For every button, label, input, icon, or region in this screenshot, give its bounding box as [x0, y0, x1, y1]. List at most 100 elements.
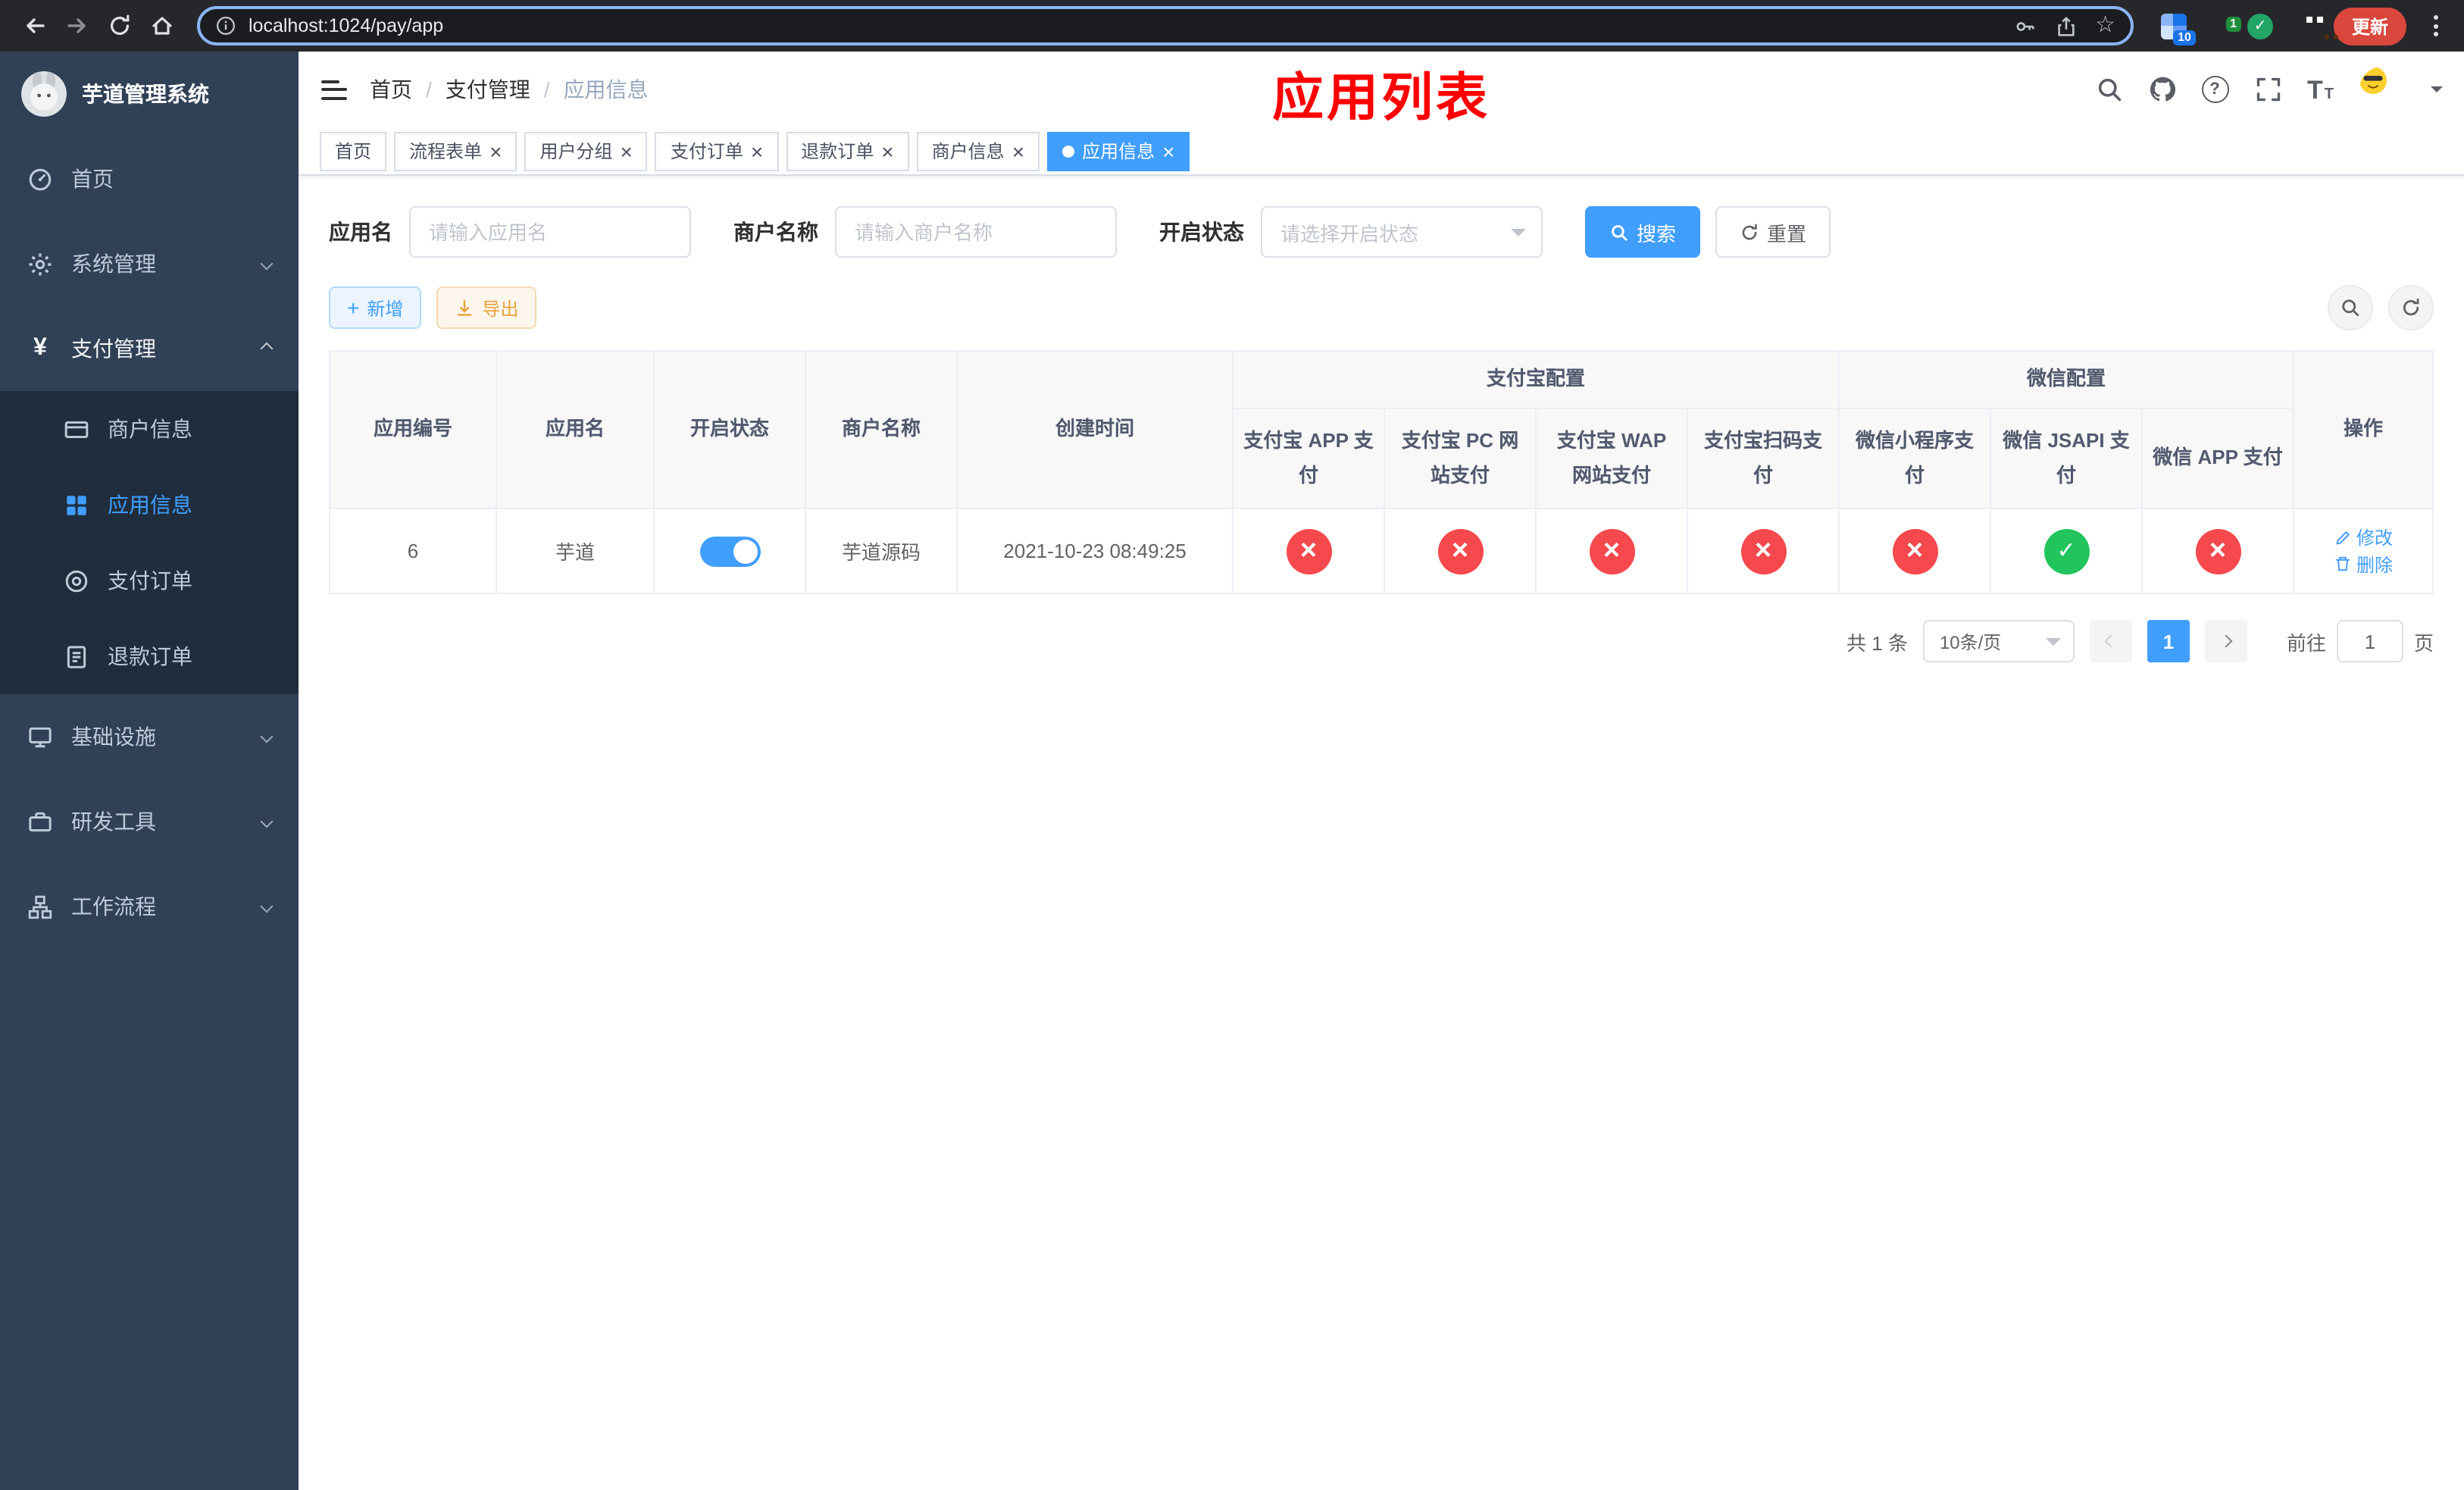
- sidebar-item-refund-order[interactable]: 退款订单: [0, 618, 299, 694]
- extension-check-icon[interactable]: [2247, 13, 2273, 39]
- browser-back-button[interactable]: [15, 6, 55, 45]
- extension-badge: 1: [2225, 17, 2241, 32]
- config-status-icon: [1589, 528, 1634, 574]
- close-icon[interactable]: [620, 140, 632, 161]
- sidebar-item-infrastructure[interactable]: 基础设施: [0, 694, 299, 779]
- browser-menu-icon[interactable]: [2422, 15, 2449, 36]
- close-icon[interactable]: [1162, 140, 1174, 161]
- target-icon: [65, 569, 88, 592]
- browser-address-bar[interactable]: localhost:1024/pay/app: [197, 6, 2134, 45]
- reset-button[interactable]: 重置: [1715, 206, 1831, 258]
- status-select[interactable]: 请选择开启状态: [1261, 206, 1543, 258]
- tab-refund-order[interactable]: 退款订单: [786, 131, 909, 171]
- tab-home[interactable]: 首页: [320, 131, 387, 171]
- prev-page-button[interactable]: [2089, 620, 2132, 662]
- tab-process-form[interactable]: 流程表单: [394, 131, 518, 171]
- cell-status: [653, 508, 806, 594]
- refresh-table-button[interactable]: [2388, 285, 2434, 330]
- sidebar-item-system[interactable]: 系统管理: [0, 221, 299, 306]
- col-wechat-mini: 微信小程序支付: [1838, 408, 1992, 509]
- fullscreen-icon[interactable]: [2254, 76, 2281, 103]
- toggle-search-button[interactable]: [2328, 285, 2373, 330]
- chevron-down-icon: [260, 730, 274, 743]
- pagination: 共 1 条 10条/页 1 前往 页: [329, 620, 2434, 662]
- tab-user-group[interactable]: 用户分组: [524, 131, 648, 171]
- cell-app-name: 芋道: [496, 508, 655, 594]
- browser-forward-button[interactable]: [58, 6, 97, 45]
- delete-link[interactable]: 删除: [2334, 551, 2393, 577]
- goto-label: 前往: [2286, 631, 2326, 654]
- browser-reload-button[interactable]: [100, 6, 139, 45]
- breadcrumb-app-info: 应用信息: [530, 74, 649, 105]
- sidebar-logo[interactable]: 芋道管理系统: [0, 52, 299, 136]
- sidebar-item-workflow[interactable]: 工作流程: [0, 864, 299, 949]
- sidebar-item-home[interactable]: 首页: [0, 136, 299, 221]
- config-status-icon: [1437, 528, 1483, 574]
- extension-badge: 10: [2173, 30, 2196, 45]
- extension-grid-icon[interactable]: 10: [2160, 13, 2196, 45]
- sidebar-item-payment[interactable]: ¥ 支付管理: [0, 306, 299, 391]
- chevron-right-icon: [2219, 634, 2233, 648]
- table-row: 6 芋道 芋道源码 2021-10-23 08:49:25 × × × × × …: [329, 508, 2434, 594]
- tab-app-info[interactable]: 应用信息: [1047, 131, 1190, 171]
- github-icon[interactable]: [2148, 76, 2175, 103]
- search-button[interactable]: 搜索: [1585, 206, 1701, 258]
- config-status-icon: [1892, 528, 1938, 574]
- page-number-button[interactable]: 1: [2147, 620, 2190, 662]
- status-toggle[interactable]: [699, 536, 760, 566]
- sidebar-toggle-button[interactable]: [299, 52, 370, 127]
- help-icon[interactable]: [2201, 76, 2228, 103]
- sidebar-item-merchant-info[interactable]: 商户信息: [0, 391, 299, 467]
- breadcrumb: 首页 支付管理 应用信息: [370, 74, 649, 105]
- breadcrumb-payment[interactable]: 支付管理: [412, 74, 530, 105]
- site-info-icon[interactable]: [215, 15, 236, 36]
- merchant-name-input[interactable]: [835, 206, 1117, 258]
- search-icon: [2342, 299, 2359, 317]
- toolbox-icon: [29, 811, 52, 831]
- sidebar-item-pay-order[interactable]: 支付订单: [0, 543, 299, 618]
- user-avatar[interactable]: [2359, 67, 2405, 112]
- refresh-icon: [2403, 298, 2419, 316]
- col-status: 开启状态: [653, 350, 806, 509]
- tab-merchant-info[interactable]: 商户信息: [916, 131, 1040, 171]
- breadcrumb-home[interactable]: 首页: [370, 74, 412, 105]
- tab-pay-order[interactable]: 支付订单: [655, 131, 779, 171]
- add-button[interactable]: 新增: [329, 286, 422, 329]
- download-icon: [458, 299, 472, 315]
- avatar-caret-icon[interactable]: [2431, 86, 2443, 99]
- browser-home-button[interactable]: [142, 6, 182, 45]
- next-page-button[interactable]: [2204, 620, 2247, 662]
- close-icon[interactable]: [751, 140, 763, 161]
- share-icon[interactable]: [2054, 14, 2077, 37]
- grid-icon: [67, 495, 86, 515]
- close-icon[interactable]: [1012, 140, 1024, 161]
- col-merchant: 商户名称: [805, 350, 958, 509]
- document-icon: [67, 645, 86, 668]
- page-size-select[interactable]: 10条/页: [1922, 620, 2075, 662]
- cell-alipay-wap: [1535, 508, 1688, 594]
- goto-page-input[interactable]: [2336, 620, 2403, 662]
- sidebar-item-dev-tools[interactable]: 研发工具: [0, 779, 299, 864]
- url-text: localhost:1024/pay/app: [249, 15, 444, 36]
- close-icon[interactable]: [881, 140, 893, 161]
- chevron-left-icon: [2104, 634, 2118, 648]
- sidebar-item-app-info[interactable]: 应用信息: [0, 467, 299, 543]
- bookmark-star-icon[interactable]: [2095, 12, 2115, 39]
- search-icon[interactable]: [2095, 76, 2122, 103]
- config-status-icon: [2043, 528, 2090, 574]
- gear-icon: [29, 252, 52, 275]
- export-button[interactable]: 导出: [436, 286, 537, 329]
- active-dot: [1062, 145, 1075, 157]
- edit-link[interactable]: 修改: [2334, 524, 2393, 550]
- col-group-alipay: 支付宝配置: [1231, 350, 1840, 409]
- sidebar: 芋道管理系统 首页 系统管理 ¥ 支付管理 商户信息 应用信息 支付订单 退款订…: [0, 52, 299, 1490]
- app-name-input[interactable]: [409, 206, 691, 258]
- font-size-icon[interactable]: [2307, 77, 2334, 102]
- goto-unit: 页: [2413, 631, 2434, 654]
- browser-update-button[interactable]: 更新: [2333, 7, 2406, 45]
- trash-icon: [2335, 556, 2350, 571]
- password-key-icon[interactable]: [2013, 14, 2036, 37]
- chevron-down-icon: [1511, 228, 1526, 243]
- cell-alipay-pc: [1384, 508, 1537, 594]
- close-icon[interactable]: [489, 140, 502, 161]
